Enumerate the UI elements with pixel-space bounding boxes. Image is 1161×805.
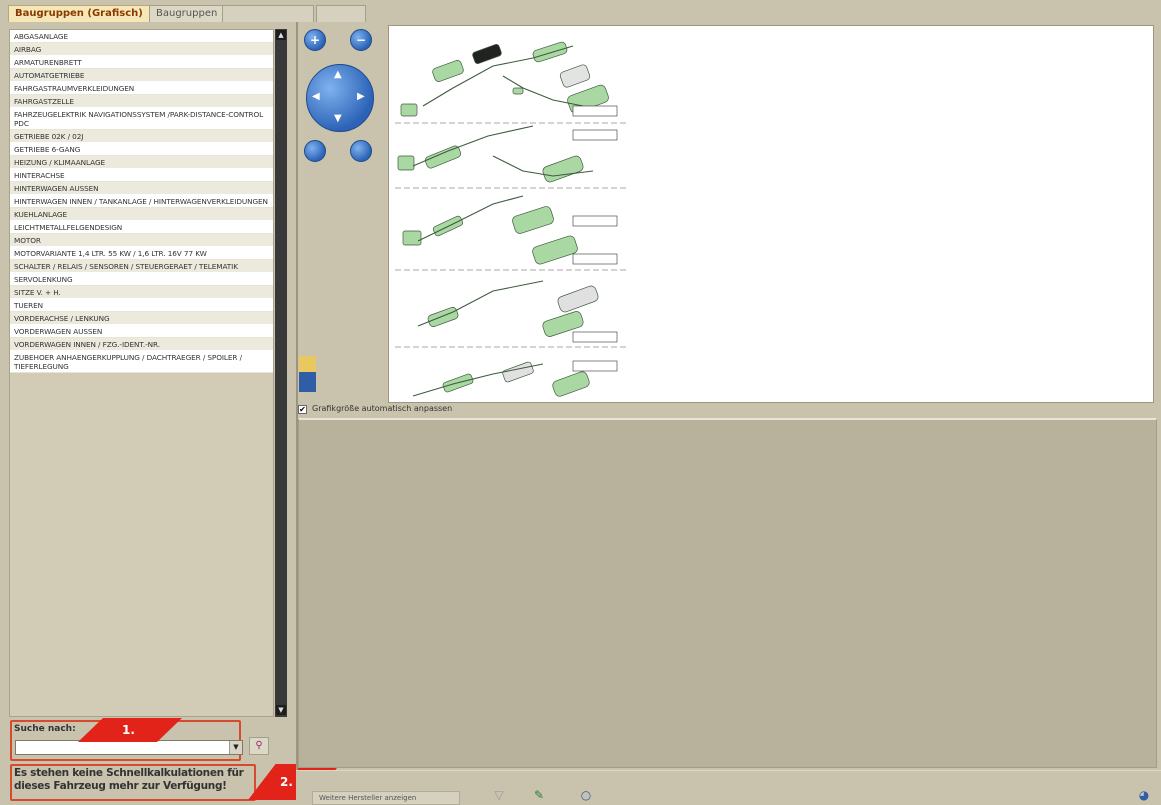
chevron-down-icon[interactable]: ▼	[229, 741, 242, 754]
exploded-view-viewer[interactable]	[388, 25, 1154, 403]
tab-baugruppen-grafisch[interactable]: Baugruppen (Grafisch)	[8, 5, 150, 22]
zoom-out-button[interactable]: −	[350, 29, 372, 51]
more-manufacturers-button[interactable]: Weitere Hersteller anzeigen	[312, 791, 460, 805]
rotate-right-icon[interactable]	[350, 140, 372, 162]
rotate-left-icon[interactable]	[304, 140, 326, 162]
list-item[interactable]: AIRBAG	[10, 43, 273, 56]
exhaust-system-drawing[interactable]	[393, 26, 633, 402]
tab-disabled-1	[222, 5, 314, 22]
zoom-in-button[interactable]: +	[304, 29, 326, 51]
auto-fit-checkbox[interactable]: ✔	[298, 405, 307, 414]
tab-baugruppen[interactable]: Baugruppen	[149, 5, 225, 22]
list-item[interactable]: TUEREN	[10, 299, 273, 312]
callout-2-label: 2.	[280, 775, 293, 789]
list-item[interactable]: HEIZUNG / KLIMAANLAGE	[10, 156, 273, 169]
globe-icon[interactable]: ◕	[1133, 786, 1155, 804]
list-item[interactable]: ABGASANLAGE	[10, 30, 273, 43]
tab-bar: Baugruppen (Grafisch) Baugruppen	[0, 0, 1161, 22]
search-button[interactable]: ⚲	[249, 737, 269, 755]
search-label: Suche nach:	[14, 724, 76, 734]
list-item[interactable]: KUEHLANLAGE	[10, 208, 273, 221]
list-item[interactable]: VORDERACHSE / LENKUNG	[10, 312, 273, 325]
list-scrollbar[interactable]: ▲ ▼	[275, 29, 287, 717]
parts-detail-pane	[298, 418, 1157, 768]
circle-icon[interactable]: ○	[575, 786, 597, 804]
list-item[interactable]: GETRIEBE 6-GANG	[10, 143, 273, 156]
dat-logo-icon	[299, 356, 316, 392]
list-item[interactable]: FAHRZEUGELEKTRIK NAVIGATIONSSYSTEM /PARK…	[10, 108, 273, 130]
list-item[interactable]: MOTOR	[10, 234, 273, 247]
list-item[interactable]: VORDERWAGEN AUSSEN	[10, 325, 273, 338]
auto-fit-label: Grafikgröße automatisch anpassen	[312, 404, 453, 413]
filter-icon[interactable]: ▽	[488, 786, 510, 804]
list-item[interactable]: ZUBEHOER ANHAENGERKUPPLUNG / DACHTRAEGER…	[10, 351, 273, 373]
callout-1-label: 1.	[122, 723, 135, 737]
pan-up-icon[interactable]: ▲	[334, 69, 342, 80]
scroll-down-icon[interactable]: ▼	[276, 705, 286, 715]
list-item[interactable]: HINTERACHSE	[10, 169, 273, 182]
list-item[interactable]: LEICHTMETALLFELGENDESIGN	[10, 221, 273, 234]
assembly-list[interactable]: ABGASANLAGE AIRBAG ARMATURENBRETT AUTOMA…	[9, 29, 274, 717]
pan-down-icon[interactable]: ▼	[334, 113, 342, 124]
quick-calculation-notice: Es stehen keine Schnellkalkulationen für…	[14, 767, 244, 792]
pan-right-icon[interactable]: ▶	[357, 91, 365, 102]
list-item[interactable]: FAHRGASTRAUMVERKLEIDUNGEN	[10, 82, 273, 95]
list-item[interactable]: ARMATURENBRETT	[10, 56, 273, 69]
list-item[interactable]: AUTOMATGETRIEBE	[10, 69, 273, 82]
list-item[interactable]: MOTORVARIANTE 1,4 LTR. 55 KW / 1,6 LTR. …	[10, 247, 273, 260]
edit-tool-icon[interactable]: ✎	[528, 786, 550, 804]
list-item[interactable]: SERVOLENKUNG	[10, 273, 273, 286]
pan-left-icon[interactable]: ◀	[312, 91, 320, 102]
list-item[interactable]: SITZE V. + H.	[10, 286, 273, 299]
list-item[interactable]: HINTERWAGEN AUSSEN	[10, 182, 273, 195]
pan-control[interactable]: ▲ ▼ ◀ ▶	[306, 64, 374, 132]
scroll-up-icon[interactable]: ▲	[276, 30, 286, 40]
list-item[interactable]: GETRIEBE 02K / 02J	[10, 130, 273, 143]
list-item[interactable]: VORDERWAGEN INNEN / FZG.-IDENT.-NR.	[10, 338, 273, 351]
tab-disabled-2	[316, 5, 366, 22]
list-item[interactable]: SCHALTER / RELAIS / SENSOREN / STEUERGER…	[10, 260, 273, 273]
list-item[interactable]: FAHRGASTZELLE	[10, 95, 273, 108]
search-input[interactable]	[15, 740, 243, 755]
list-item[interactable]: HINTERWAGEN INNEN / TANKANLAGE / HINTERW…	[10, 195, 273, 208]
